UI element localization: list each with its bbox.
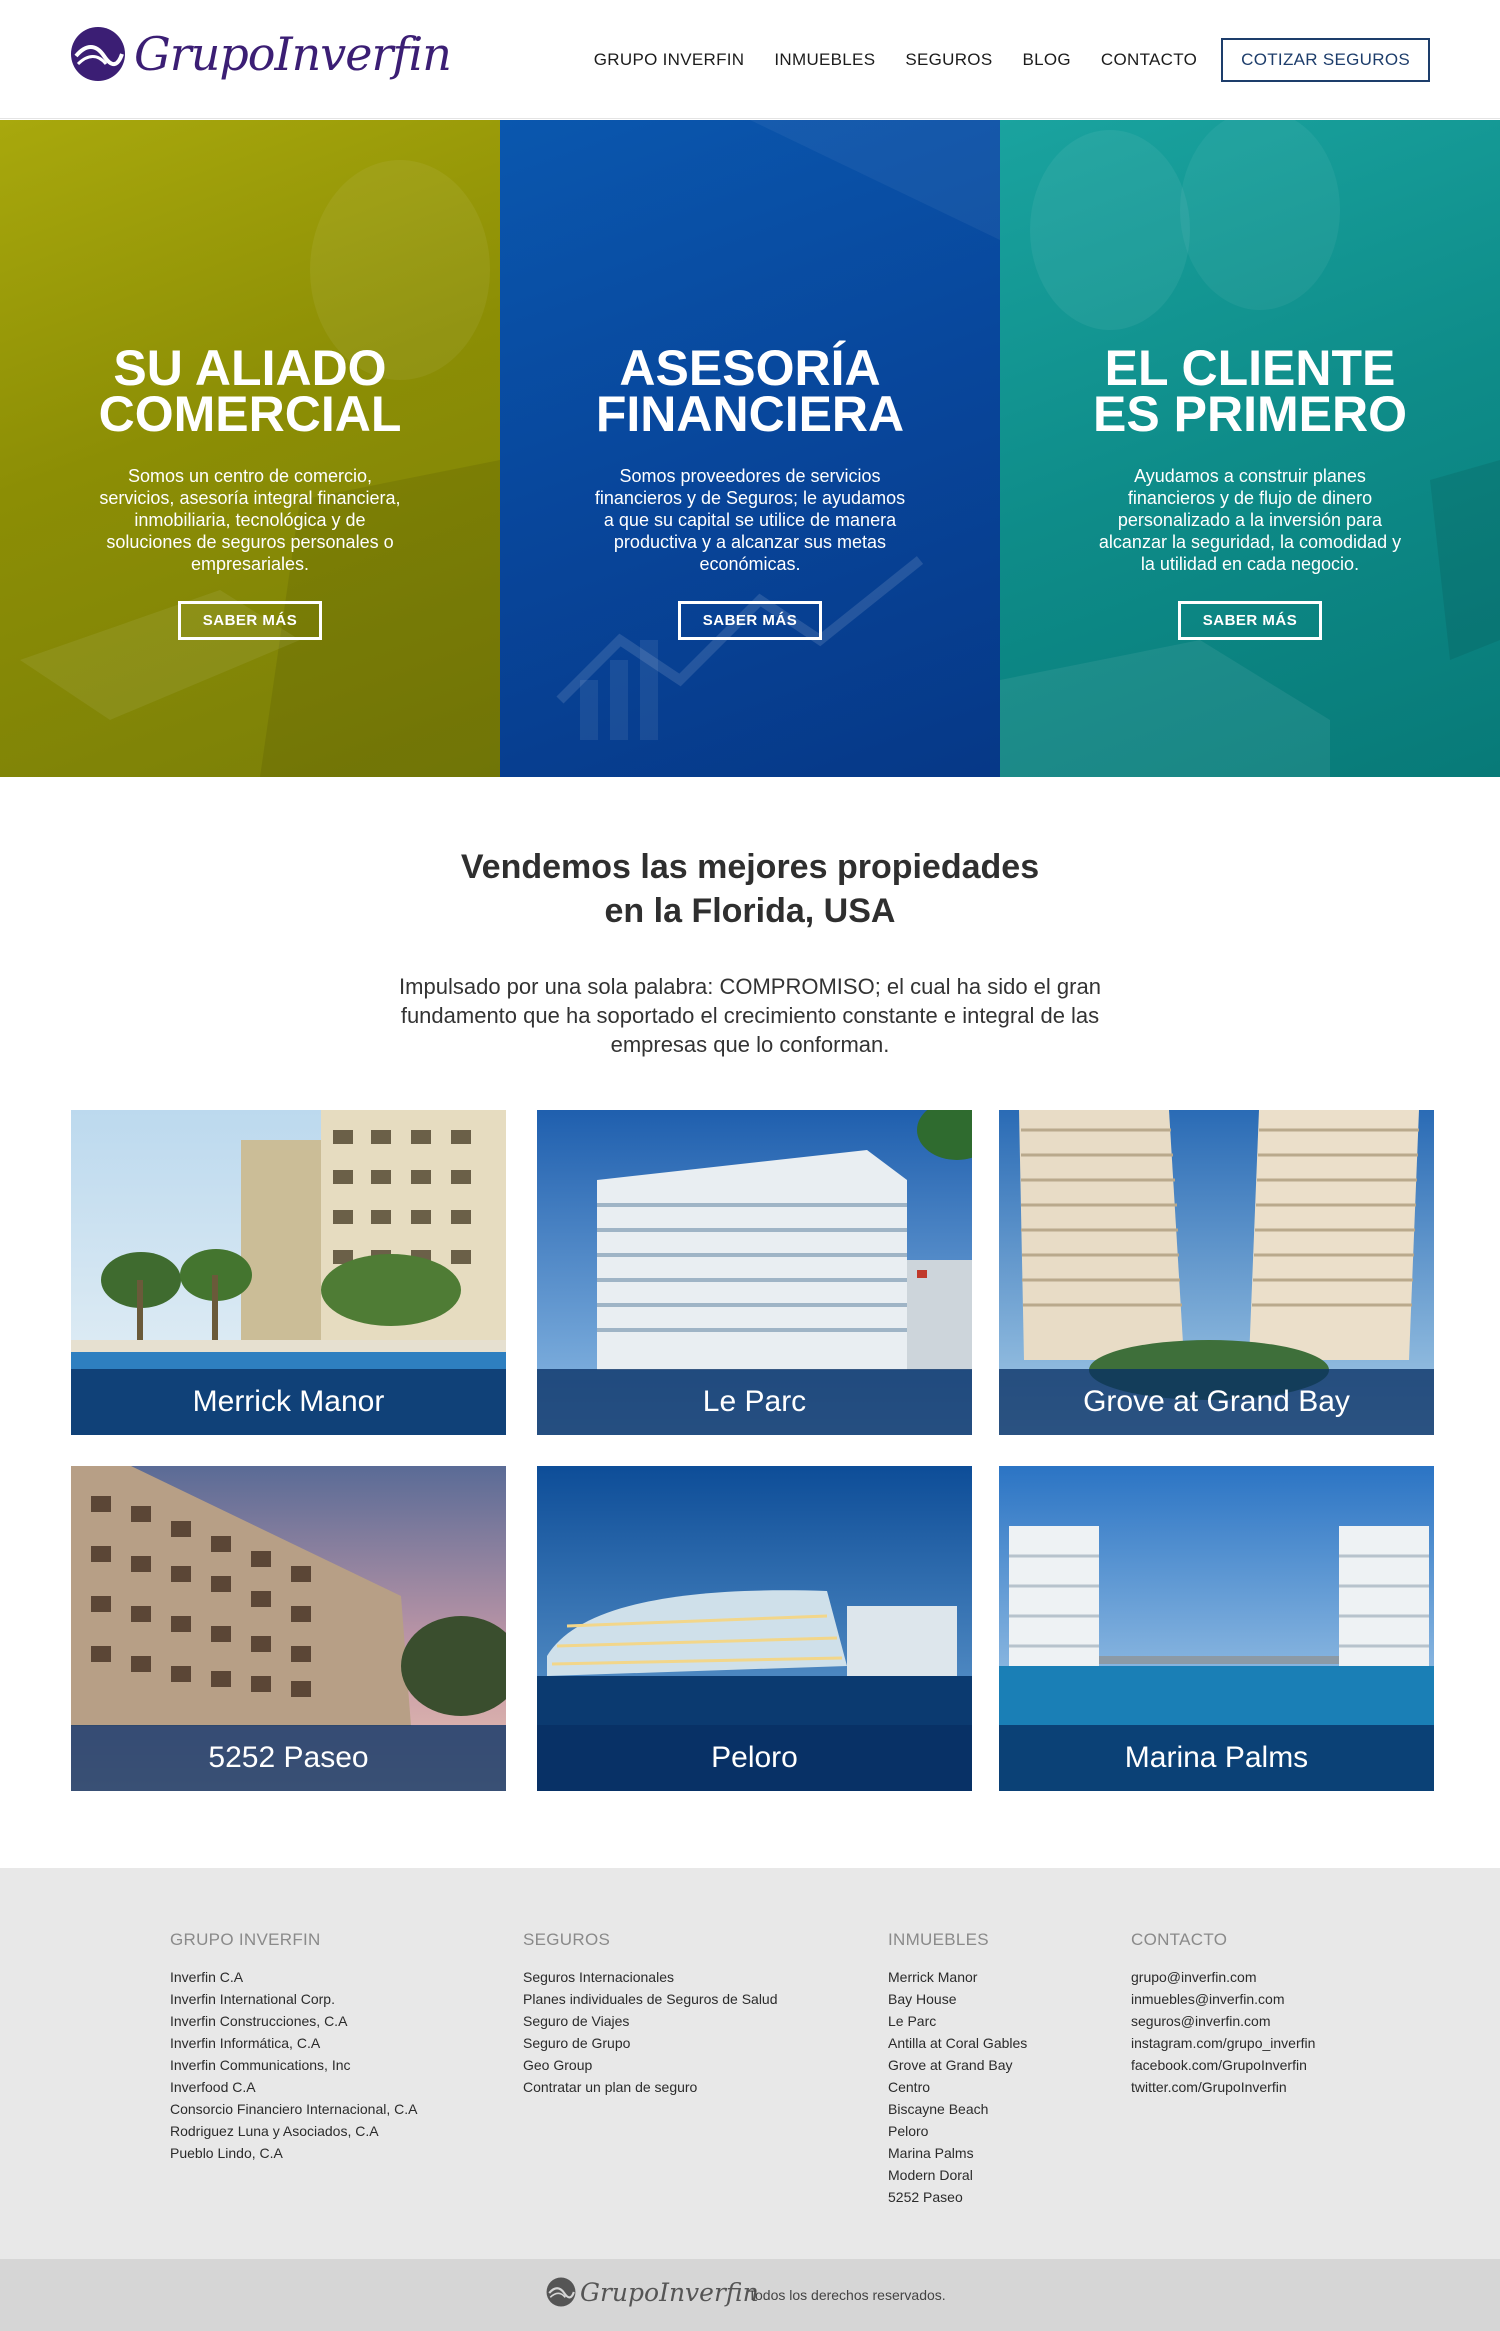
footer-link[interactable]: Biscayne Beach [888,2098,1027,2120]
footer-link[interactable]: seguros@inverfin.com [1131,2010,1315,2032]
footer-link[interactable]: Seguro de Viajes [523,2010,778,2032]
footer-link[interactable]: grupo@inverfin.com [1131,1966,1315,1988]
nav-contacto[interactable]: CONTACTO [1101,50,1197,70]
site-footer: GRUPO INVERFIN Inverfin C.A Inverfin Int… [0,1868,1500,2259]
footer-brand-name: GrupoInverfin [580,2277,759,2307]
hero-text: Somos proveedores de servicios financier… [594,466,906,574]
saber-mas-button[interactable]: SABER MÁS [677,601,823,640]
copyright-text: Todos los derechos reservados. [748,2287,946,2303]
hero-panel-asesoria: ASESORÍA FINANCIERA Somos proveedores de … [500,120,1000,777]
saber-mas-button[interactable]: SABER MÁS [177,601,323,640]
footer-link[interactable]: instagram.com/grupo_inverfin [1131,2032,1315,2054]
property-card-grove-at-grand-bay[interactable]: Grove at Grand Bay [999,1110,1434,1435]
property-name: Grove at Grand Bay [1083,1385,1350,1418]
footer-link[interactable]: Inverfin C.A [170,1966,417,1988]
hero-panel-cliente: EL CLIENTE ES PRIMERO Ayudamos a construi… [1000,120,1500,777]
main-nav: GRUPO INVERFIN INMUEBLES SEGUROS BLOG CO… [564,38,1430,82]
footer-link[interactable]: Antilla at Coral Gables [888,2032,1027,2054]
footer-link[interactable]: 5252 Paseo [888,2186,1027,2208]
brand-logo[interactable]: GrupoInverfin [70,26,452,82]
property-card-marina-palms[interactable]: Marina Palms [999,1466,1434,1791]
hero-title: ASESORÍA FINANCIERA [595,340,905,442]
footer-link[interactable]: Le Parc [888,2010,1027,2032]
footer-link[interactable]: Bay House [888,1988,1027,2010]
footer-col-inmuebles: INMUEBLES Merrick Manor Bay House Le Par… [888,1930,1027,2208]
property-name: Peloro [711,1741,798,1774]
footer-col-grupo: GRUPO INVERFIN Inverfin C.A Inverfin Int… [170,1930,417,2164]
footer-col-contacto: CONTACTO grupo@inverfin.com inmuebles@in… [1131,1930,1315,2098]
footer-link[interactable]: Merrick Manor [888,1966,1027,1988]
footer-link[interactable]: inmuebles@inverfin.com [1131,1988,1315,2010]
footer-link[interactable]: Marina Palms [888,2142,1027,2164]
property-card-merrick-manor[interactable]: Merrick Manor [71,1110,506,1435]
cotizar-seguros-button[interactable]: COTIZAR SEGUROS [1221,38,1430,82]
footer-link[interactable]: Consorcio Financiero Internacional, C.A [170,2098,417,2120]
logo-icon [546,2277,576,2307]
property-name: Le Parc [702,1385,807,1418]
nav-blog[interactable]: BLOG [1022,50,1070,70]
footer-link[interactable]: Inverfin Communications, Inc [170,2054,417,2076]
footer-col-seguros: SEGUROS Seguros Internacionales Planes i… [523,1930,778,2098]
property-name: Merrick Manor [192,1385,385,1418]
brand-name: GrupoInverfin [134,27,452,81]
footer-link[interactable]: Centro [888,2076,1027,2098]
site-header: GrupoInverfin GRUPO INVERFIN INMUEBLES S… [0,0,1500,119]
footer-heading: GRUPO INVERFIN [170,1930,321,1949]
property-name: 5252 Paseo [208,1741,369,1774]
hero-text: Ayudamos a construir planes financieros … [1098,466,1402,574]
footer-heading: CONTACTO [1131,1930,1228,1949]
footer-link[interactable]: Inverfin Informática, C.A [170,2032,417,2054]
footer-link[interactable]: Seguros Internacionales [523,1966,778,1988]
property-name: Marina Palms [1124,1741,1309,1774]
footer-heading: SEGUROS [523,1930,611,1949]
section-title: Vendemos las mejores propiedades en la Fl… [460,848,1040,930]
footer-link[interactable]: Inverfin Construcciones, C.A [170,2010,417,2032]
footer-link[interactable]: Modern Doral [888,2164,1027,2186]
hero-text: Somos un centro de comercio, servicios, … [99,466,401,574]
footer-bottom-bar: GrupoInverfin Todos los derechos reserva… [0,2259,1500,2331]
footer-link[interactable]: Inverfood C.A [170,2076,417,2098]
property-card-peloro[interactable]: Peloro [537,1466,972,1791]
footer-logo[interactable]: GrupoInverfin [546,2277,759,2307]
nav-seguros[interactable]: SEGUROS [905,50,992,70]
hero-title: SU ALIADO COMERCIAL [98,340,402,442]
hero-title: EL CLIENTE ES PRIMERO [1093,340,1407,442]
footer-link[interactable]: Geo Group [523,2054,778,2076]
footer-link[interactable]: Pueblo Lindo, C.A [170,2142,417,2164]
footer-link[interactable]: twitter.com/GrupoInverfin [1131,2076,1315,2098]
nav-inmuebles[interactable]: INMUEBLES [774,50,875,70]
footer-link[interactable]: Inverfin International Corp. [170,1988,417,2010]
footer-link[interactable]: facebook.com/GrupoInverfin [1131,2054,1315,2076]
hero-panels: SU ALIADO COMERCIAL Somos un centro de co… [0,120,1500,777]
footer-link[interactable]: Rodriguez Luna y Asociados, C.A [170,2120,417,2142]
property-card-le-parc[interactable]: Le Parc [537,1110,972,1435]
nav-grupo-inverfin[interactable]: GRUPO INVERFIN [594,50,745,70]
property-card-5252-paseo[interactable]: 5252 Paseo [71,1466,506,1791]
logo-icon [71,27,125,81]
hero-panel-aliado: SU ALIADO COMERCIAL Somos un centro de co… [0,120,500,777]
footer-link[interactable]: Seguro de Grupo [523,2032,778,2054]
footer-link[interactable]: Contratar un plan de seguro [523,2076,778,2098]
section-subtitle: Impulsado por una sola palabra: COMPROMI… [399,974,1101,1057]
saber-mas-button[interactable]: SABER MÁS [1177,601,1323,640]
footer-link[interactable]: Planes individuales de Seguros de Salud [523,1988,778,2010]
footer-heading: INMUEBLES [888,1930,989,1949]
footer-link[interactable]: Peloro [888,2120,1027,2142]
footer-link[interactable]: Grove at Grand Bay [888,2054,1027,2076]
